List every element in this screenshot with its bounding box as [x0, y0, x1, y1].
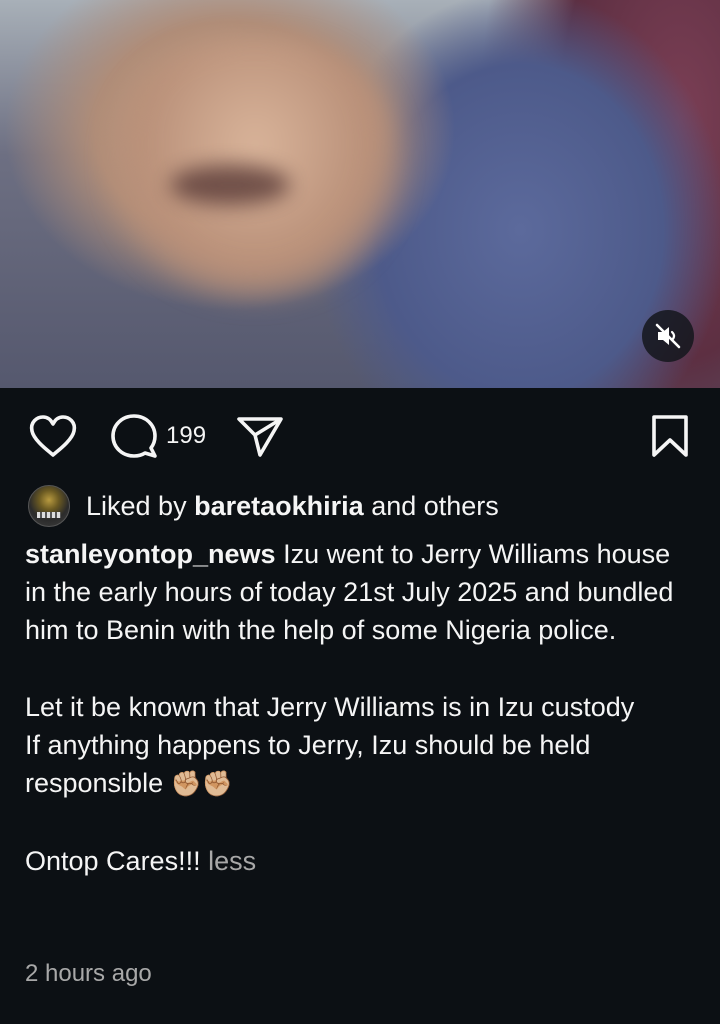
liked-by-prefix: Liked by [86, 490, 187, 521]
comment-count: 199 [166, 422, 207, 449]
share-button[interactable] [236, 408, 284, 464]
fist-emoji: ✊🏼✊🏼 [170, 770, 233, 799]
speaker-muted-icon [655, 323, 681, 349]
avatar[interactable] [28, 485, 70, 527]
video-frame-detail [170, 165, 290, 205]
liked-by-suffix[interactable]: and others [371, 491, 499, 522]
comment-icon [111, 414, 157, 458]
action-bar: 199 [0, 408, 720, 464]
like-button[interactable] [28, 408, 78, 464]
liked-by-user[interactable]: baretaokhiria [194, 491, 364, 522]
heart-icon [29, 415, 77, 457]
paper-plane-icon [237, 417, 283, 457]
post-caption: stanleyontop_news Izu went to Jerry Will… [25, 535, 695, 880]
save-button[interactable] [650, 408, 690, 464]
comment-button[interactable]: 199 [110, 408, 206, 464]
caption-text-3: If anything happens to Jerry, Izu should… [25, 730, 598, 799]
mute-button[interactable] [642, 310, 694, 362]
caption-text-2: Let it be known that Jerry Williams is i… [25, 691, 635, 722]
post-timestamp: 2 hours ago [25, 960, 152, 987]
caption-username[interactable]: stanleyontop_news [25, 539, 276, 569]
less-link[interactable]: less [208, 846, 256, 876]
caption-text-4: Ontop Cares!!! [25, 845, 201, 876]
post-view: 199 Liked by baretaokhiria and others st… [0, 0, 720, 1024]
bookmark-icon [652, 415, 688, 457]
video-player[interactable] [0, 0, 720, 388]
liked-by-row[interactable]: Liked by baretaokhiria and others [28, 484, 499, 528]
